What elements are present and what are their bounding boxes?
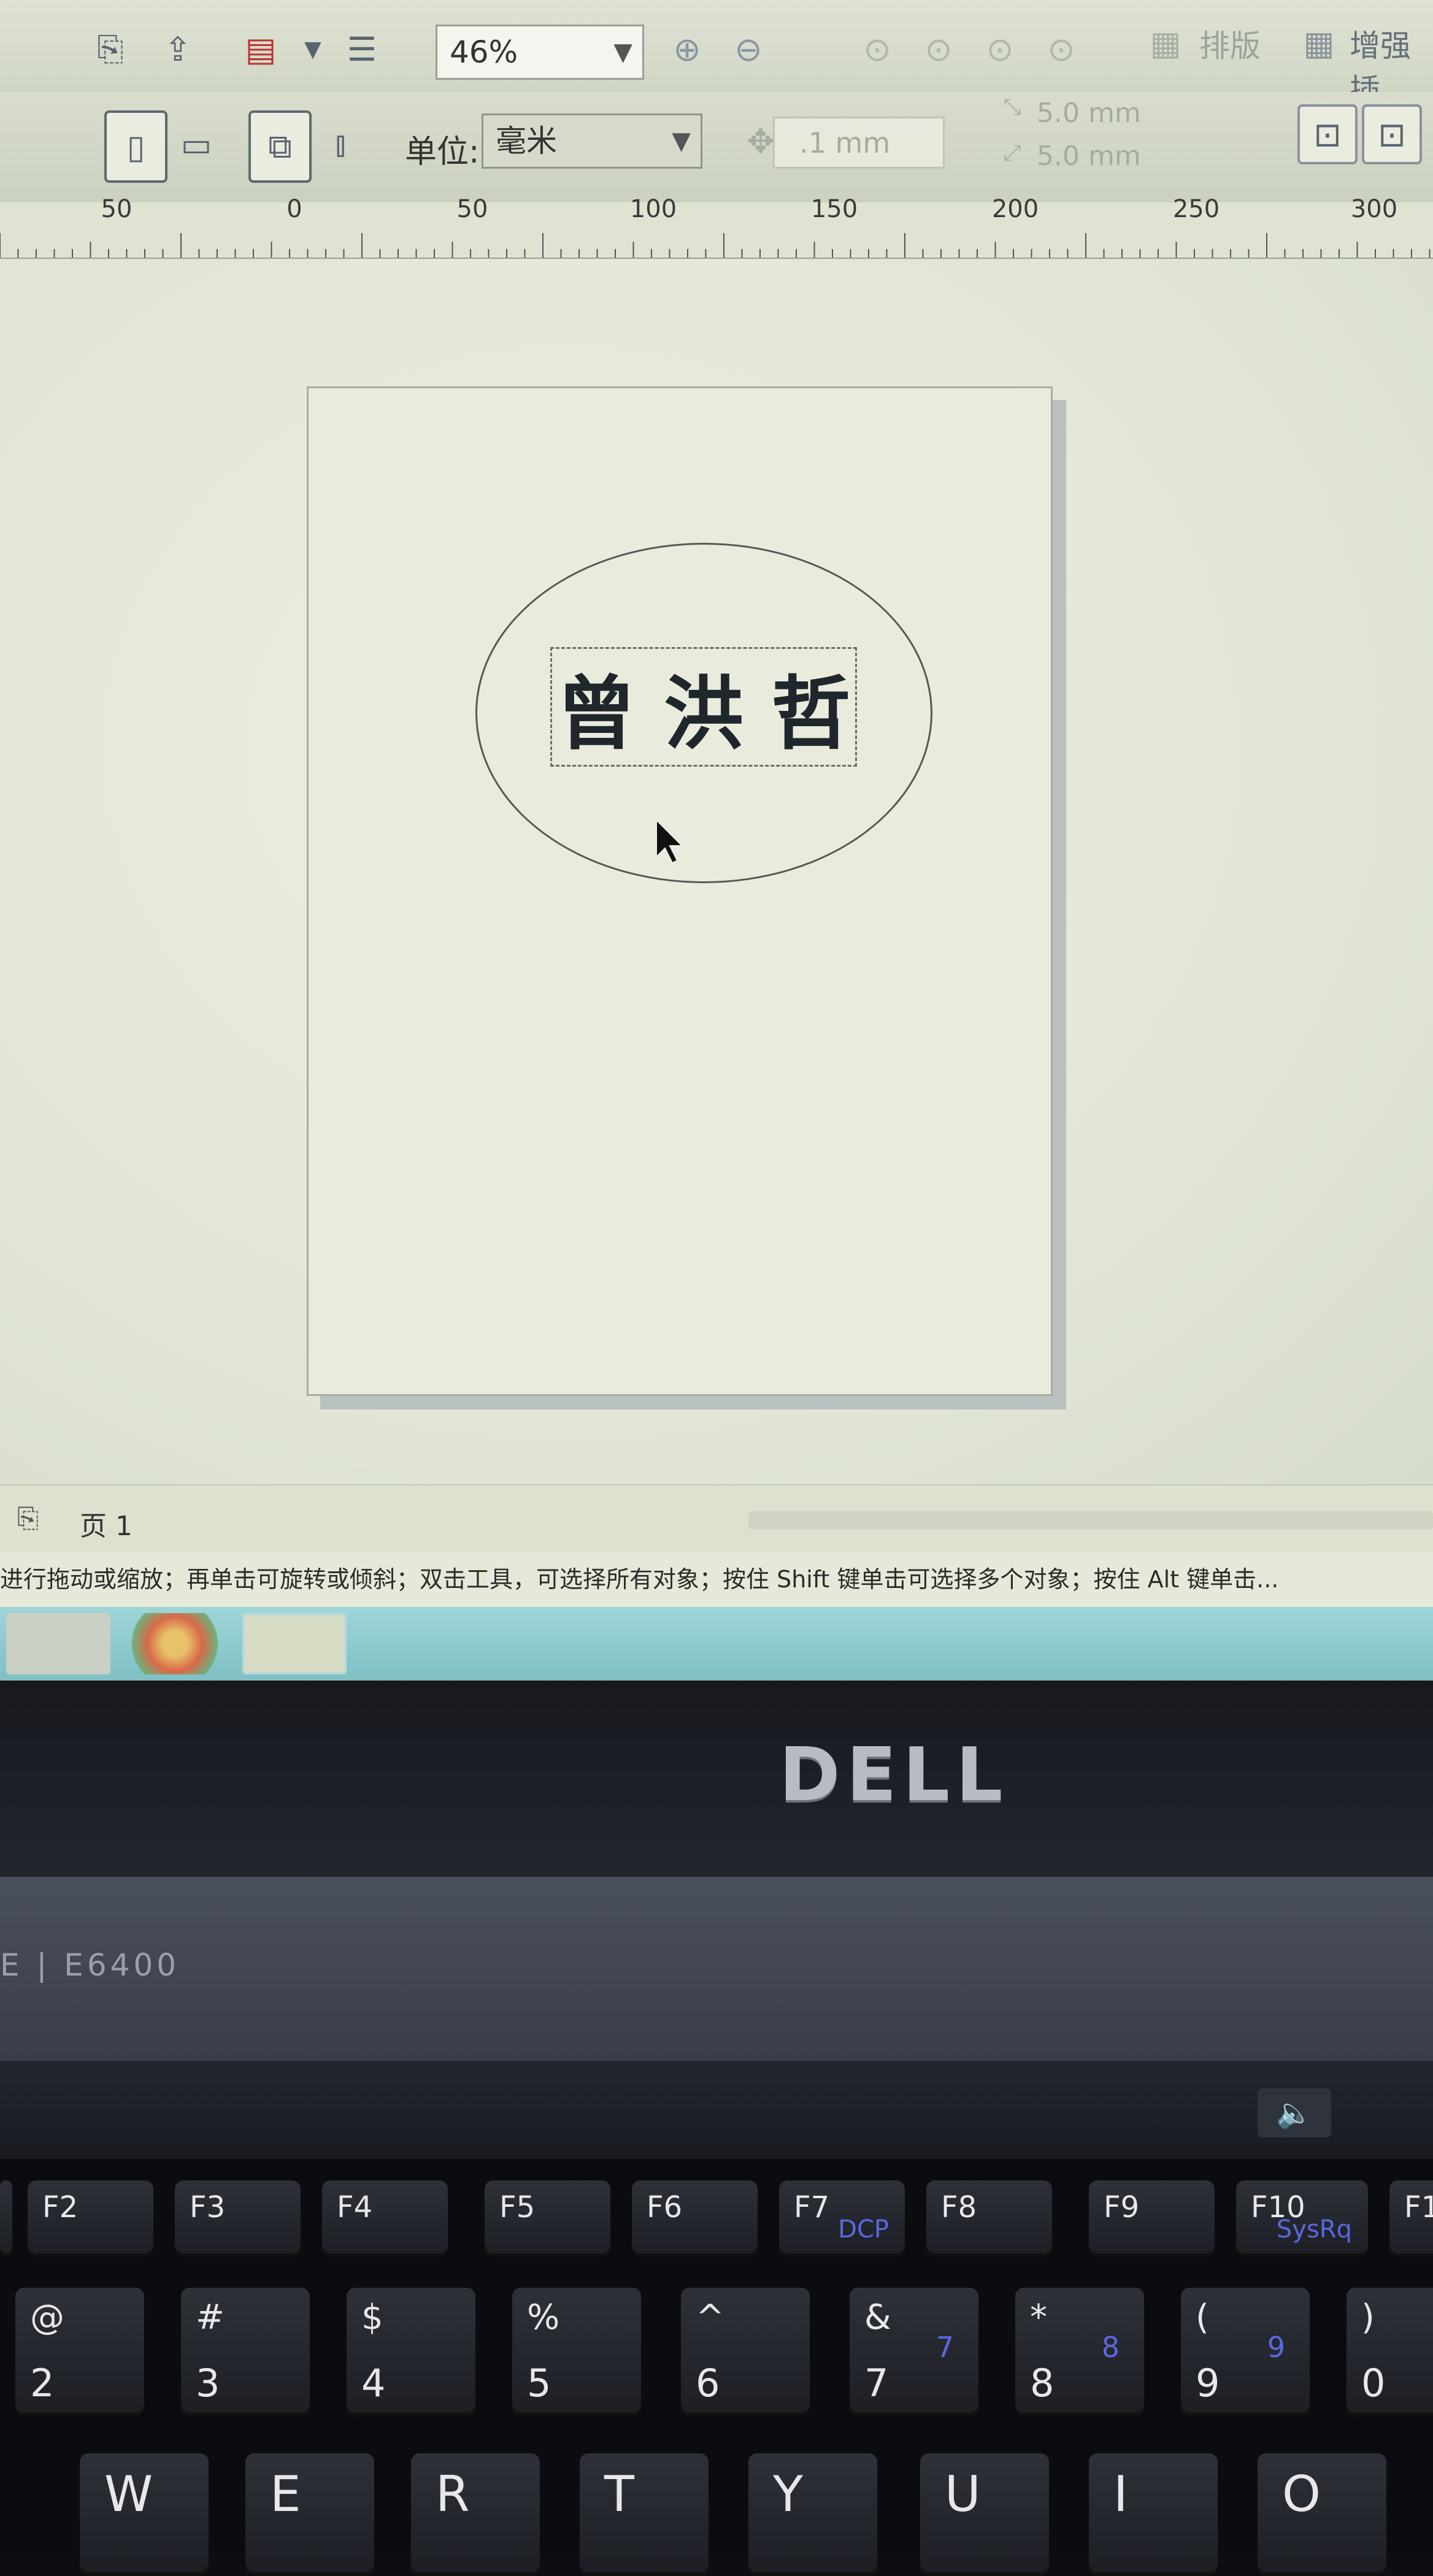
key-6[interactable]: ^ 6	[681, 2288, 810, 2417]
key-0[interactable]: ) 0	[1347, 2288, 1433, 2417]
key-t[interactable]: T	[580, 2453, 709, 2576]
model-label: E | E6400	[0, 1947, 180, 1983]
landscape-button[interactable]: ▭	[172, 120, 221, 169]
key-f3[interactable]: F3	[175, 2180, 301, 2257]
key-9[interactable]: ( 9 9	[1181, 2288, 1310, 2417]
zoom-level-value: 46%	[450, 34, 518, 70]
ruler-label: 100	[629, 195, 677, 223]
coreldraw-taskbar-icon[interactable]	[242, 1613, 347, 1674]
key-f11[interactable]: F1	[1389, 2180, 1433, 2257]
zoom-in-icon[interactable]: ⊕	[663, 25, 712, 74]
key-2[interactable]: @ 2	[15, 2288, 144, 2417]
ruler-label: 250	[1172, 195, 1220, 223]
unit-select[interactable]: 毫米 ▼	[482, 113, 702, 169]
zoom-all-icon[interactable]: ⊙	[914, 25, 963, 74]
enhance-icon[interactable]: ▦	[1294, 18, 1343, 67]
zoom-selection-icon[interactable]: ⊙	[853, 25, 902, 74]
duplicate-x-icon: ⤡	[1003, 94, 1021, 120]
laptop-bezel	[0, 1681, 1433, 1877]
chevron-down-icon[interactable]: ▼	[288, 25, 337, 74]
key-f10[interactable]: F10 SysRq	[1236, 2180, 1368, 2257]
key-f9[interactable]: F9	[1089, 2180, 1215, 2257]
ruler-label: 50	[101, 195, 133, 223]
add-page-icon[interactable]: ⎘	[17, 1503, 39, 1534]
document-page[interactable]	[307, 386, 1053, 1396]
key-u[interactable]: U	[920, 2453, 1049, 2576]
zoom-width-icon[interactable]: ⊙	[1037, 25, 1086, 74]
import-icon[interactable]: ⎘	[86, 25, 135, 74]
screen: ⎘ ⇪ ▤ ▼ ☰ 46% ▼ ⊕ ⊖ ⊙ ⊙ ⊙ ⊙ ▦ 排版 ▦ 增强插 ▴…	[0, 0, 1433, 1681]
key-w[interactable]: W	[80, 2453, 209, 2576]
key-8[interactable]: * 8 8	[1015, 2288, 1144, 2417]
horizontal-scrollbar[interactable]	[748, 1511, 1433, 1530]
zoom-page-icon[interactable]: ⊙	[975, 25, 1024, 74]
unit-select-value: 毫米	[496, 123, 557, 159]
edit-all-pages-icon[interactable]: ⊡	[1297, 104, 1358, 164]
keyboard-bezel	[0, 2061, 1433, 2159]
ruler-label: 0	[286, 195, 302, 223]
layout-menu[interactable]: 排版	[1199, 21, 1261, 66]
all-pages-button[interactable]: ⧉	[248, 110, 312, 183]
key-4[interactable]: $ 4	[347, 2288, 475, 2417]
duplicate-distance-x-field[interactable]: 5.0 mm	[1037, 92, 1239, 135]
page-navigator: ⎘ 页 1	[0, 1484, 1433, 1553]
ruler-label: 200	[991, 195, 1039, 223]
key-f5[interactable]: F5	[485, 2180, 610, 2257]
key-i[interactable]: I	[1089, 2453, 1218, 2576]
key-r[interactable]: R	[411, 2453, 540, 2576]
zoom-level-select[interactable]: 46% ▼	[436, 25, 644, 80]
artistic-text: 曾洪哲	[556, 666, 878, 761]
export-icon[interactable]: ⇪	[153, 25, 202, 74]
ruler-label: 150	[810, 195, 858, 223]
windows-taskbar	[0, 1607, 1433, 1681]
key-f7[interactable]: F7 DCP	[779, 2180, 905, 2257]
options-icon[interactable]: ☰	[337, 25, 386, 74]
status-bar: 进行拖动或缩放；再单击可旋转或倾斜；双击工具，可选择所有对象；按住 Shift …	[0, 1552, 1433, 1607]
ruler-label: 50	[456, 195, 488, 223]
key-f1-partial[interactable]	[0, 2180, 12, 2257]
key-y[interactable]: Y	[748, 2453, 877, 2576]
key-e[interactable]: E	[245, 2453, 374, 2576]
ruler-label: 300	[1350, 195, 1398, 223]
page-tab[interactable]: 页 1	[80, 1504, 133, 1543]
chevron-down-icon: ▼	[672, 127, 691, 155]
key-5[interactable]: % 5	[512, 2288, 641, 2417]
duplicate-y-icon: ⤢	[1003, 140, 1021, 166]
chevron-down-icon: ▼	[613, 38, 632, 66]
mouse-pointer-icon	[656, 819, 684, 864]
key-f4[interactable]: F4	[322, 2180, 448, 2257]
portrait-button[interactable]: ▯	[104, 110, 167, 183]
status-hint: 进行拖动或缩放；再单击可旋转或倾斜；双击工具，可选择所有对象；按住 Shift …	[0, 1566, 1279, 1593]
layout-icon[interactable]: ▦	[1141, 18, 1190, 67]
keyboard: F2 F3 F4 F5 F6 F7 DCP F8 F9 F10 SysRq F1…	[0, 2159, 1433, 2576]
duplicate-distance-y-field[interactable]: 5.0 mm	[1037, 135, 1239, 178]
key-f2[interactable]: F2	[28, 2180, 153, 2257]
key-f8[interactable]: F8	[926, 2180, 1052, 2257]
file-explorer-icon[interactable]	[6, 1613, 110, 1674]
chrome-icon[interactable]	[123, 1613, 227, 1674]
scale-icon[interactable]: ⊡	[1362, 104, 1422, 164]
key-3[interactable]: # 3	[181, 2288, 310, 2417]
zoom-out-icon[interactable]: ⊖	[724, 25, 773, 74]
standard-toolbar: ⎘ ⇪ ▤ ▼ ☰ 46% ▼ ⊕ ⊖ ⊙ ⊙ ⊙ ⊙ ▦ 排版 ▦ 增强插	[0, 0, 1433, 108]
nudge-distance-field[interactable]: .1 mm	[773, 117, 945, 169]
unit-label: 单位:	[405, 134, 480, 171]
dell-logo: DELL	[779, 1733, 1009, 1818]
laptop-hinge-panel	[0, 1877, 1433, 2061]
key-f6[interactable]: F6	[632, 2180, 758, 2257]
selected-text-object[interactable]: 曾洪哲	[550, 647, 857, 767]
key-7[interactable]: & 7 7	[850, 2288, 978, 2417]
volume-icon[interactable]: 🔈	[1258, 2088, 1331, 2137]
publish-pdf-icon[interactable]: ▤	[236, 25, 285, 74]
current-page-button[interactable]: ⫾	[316, 120, 365, 169]
key-o[interactable]: O	[1258, 2453, 1386, 2576]
